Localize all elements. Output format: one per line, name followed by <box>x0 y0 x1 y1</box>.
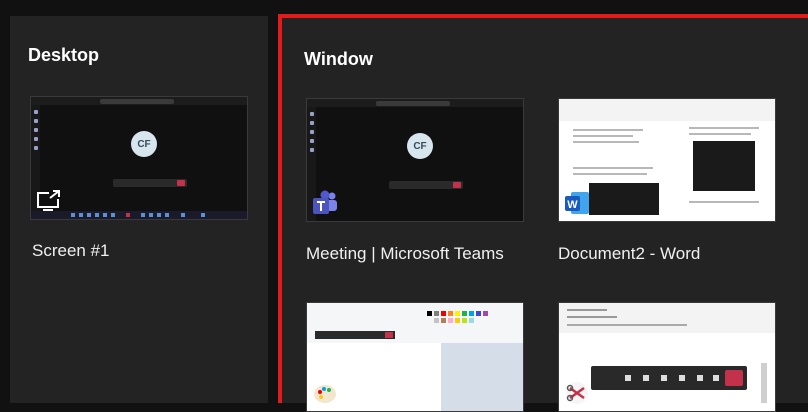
hang-up-icon <box>452 182 461 188</box>
share-screen-icon <box>33 185 65 217</box>
call-controls-bar <box>591 366 747 390</box>
snipping-tool-icon <box>561 377 593 409</box>
desktop-heading: Desktop <box>28 45 100 65</box>
window-teams-label: Meeting | Microsoft Teams <box>306 244 504 263</box>
call-controls-bar <box>113 179 187 187</box>
paint-icon <box>309 377 341 409</box>
window-word-label: Document2 - Word <box>558 244 701 263</box>
hang-up-icon <box>725 370 743 386</box>
hang-up-icon <box>176 180 185 186</box>
screen-1-thumbnail[interactable]: CF <box>30 96 248 220</box>
desktop-section: Desktop CF Screen #1 <box>10 16 268 403</box>
microsoft-word-icon: W <box>561 187 593 219</box>
call-controls-bar <box>389 181 463 189</box>
window-heading: Window <box>304 49 373 69</box>
window-teams-thumbnail[interactable]: CF <box>306 98 524 222</box>
microsoft-teams-icon <box>309 187 341 219</box>
avatar: CF <box>407 133 433 159</box>
window-word-thumbnail[interactable]: W <box>558 98 776 222</box>
avatar: CF <box>131 131 157 157</box>
screen-1-label: Screen #1 <box>32 241 110 260</box>
window-paint-thumbnail[interactable] <box>306 302 524 412</box>
window-section: Window CF Meeting | Microsoft Teams W Do… <box>278 14 808 412</box>
window-snipping-tool-thumbnail[interactable] <box>558 302 776 412</box>
svg-text:W: W <box>567 199 578 211</box>
